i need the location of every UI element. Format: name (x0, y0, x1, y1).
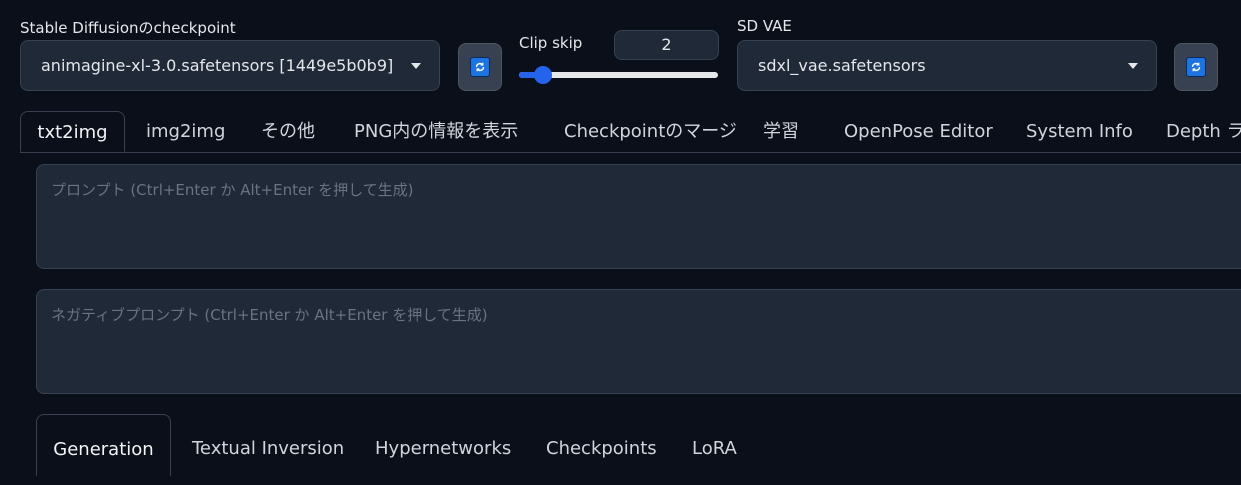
checkpoint-dropdown[interactable]: animagine-xl-3.0.safetensors [1449e5b0b9… (20, 40, 440, 91)
subtab-checkpoints[interactable]: Checkpoints (546, 414, 657, 476)
chevron-down-icon (1128, 62, 1138, 69)
negative-prompt-placeholder: ネガティブプロンプト (Ctrl+Enter か Alt+Enter を押して生… (51, 306, 488, 324)
vae-dropdown[interactable]: sdxl_vae.safetensors (737, 40, 1157, 91)
clip-skip-label: Clip skip (519, 34, 583, 52)
subtab-generation[interactable]: Generation (36, 414, 171, 476)
tab-checkpoint-merger[interactable]: Checkpointのマージ (564, 111, 737, 152)
extra-networks-tab-bar: Generation Textual Inversion Hypernetwor… (36, 414, 1241, 476)
tab-txt2img[interactable]: txt2img (20, 111, 125, 152)
checkpoint-value: animagine-xl-3.0.safetensors [1449e5b0b9… (41, 56, 394, 75)
tab-openpose-editor[interactable]: OpenPose Editor (844, 111, 993, 152)
vae-refresh-button[interactable] (1174, 43, 1218, 91)
subtab-hypernetworks[interactable]: Hypernetworks (375, 414, 511, 476)
vae-value: sdxl_vae.safetensors (758, 56, 926, 75)
checkpoint-refresh-button[interactable] (458, 43, 502, 91)
refresh-icon (470, 57, 490, 77)
chevron-down-icon (411, 62, 421, 69)
negative-prompt-textarea[interactable]: ネガティブプロンプト (Ctrl+Enter か Alt+Enter を押して生… (36, 289, 1241, 394)
main-tab-bar: txt2img img2img その他 PNG内の情報を表示 Checkpoin… (20, 111, 1241, 153)
vae-label: SD VAE (737, 17, 792, 35)
refresh-icon (1186, 57, 1206, 77)
clip-skip-slider-thumb[interactable] (533, 66, 552, 84)
subtab-textual-inversion[interactable]: Textual Inversion (192, 414, 344, 476)
checkpoint-label: Stable Diffusionのcheckpoint (20, 19, 236, 37)
prompt-textarea[interactable]: プロンプト (Ctrl+Enter か Alt+Enter を押して生成) (36, 164, 1241, 269)
subtab-lora[interactable]: LoRA (692, 414, 737, 476)
prompt-placeholder: プロンプト (Ctrl+Enter か Alt+Enter を押して生成) (51, 181, 414, 199)
tab-extras[interactable]: その他 (261, 111, 315, 152)
tab-train[interactable]: 学習 (763, 111, 799, 152)
tab-img2img[interactable]: img2img (146, 111, 225, 152)
clip-skip-number-input[interactable]: 2 (614, 30, 719, 60)
tab-depth[interactable]: Depth ライ (1166, 111, 1241, 152)
tab-system-info[interactable]: System Info (1026, 111, 1133, 152)
tab-png-info[interactable]: PNG内の情報を表示 (354, 111, 518, 152)
